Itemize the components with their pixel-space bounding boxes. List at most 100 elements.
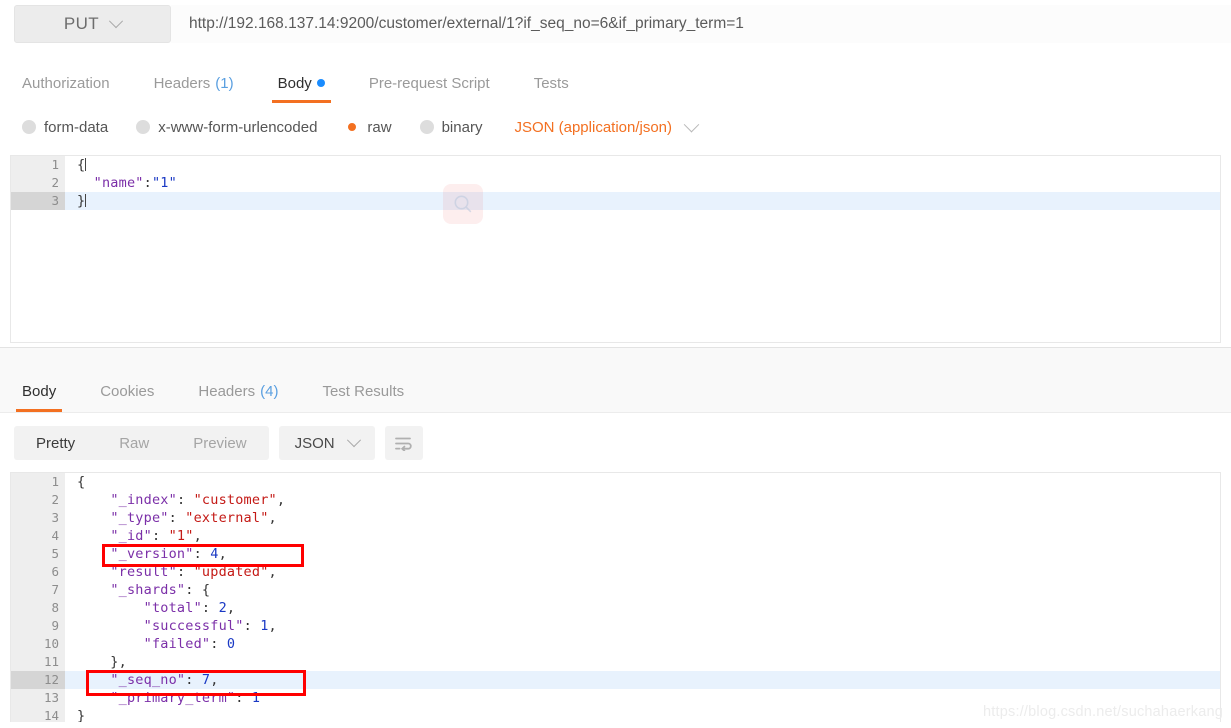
- code-token: ,: [269, 564, 277, 580]
- code-token: 2: [219, 600, 227, 616]
- code-token: "_type": [110, 510, 168, 526]
- code-text: "_seq_no": 7,: [65, 671, 1220, 689]
- code-text: "_shards": {: [65, 581, 1220, 599]
- tab-label: Headers: [198, 383, 255, 400]
- code-line: 1{: [11, 473, 1220, 491]
- code-text: "_index": "customer",: [65, 491, 1220, 509]
- chevron-down-icon: [109, 14, 123, 28]
- request-tab-body[interactable]: Body: [256, 75, 347, 103]
- content-type-label: JSON (application/json): [514, 119, 672, 136]
- code-line: 3}: [11, 192, 1220, 210]
- request-tab-pre-request-script[interactable]: Pre-request Script: [347, 75, 512, 103]
- response-format-label: JSON: [295, 435, 335, 452]
- view-mode-raw[interactable]: Raw: [97, 426, 171, 460]
- line-number: 8: [11, 599, 65, 617]
- body-type-radio-form-data[interactable]: form-data: [22, 119, 108, 136]
- code-token: [77, 492, 110, 508]
- code-token: :: [244, 618, 261, 634]
- response-format-dropdown[interactable]: JSON: [279, 426, 375, 460]
- code-text: "_version": 4,: [65, 545, 1220, 563]
- response-tab-bar: Body Cookies Headers (4) Test Results: [0, 366, 1231, 412]
- line-number: 1: [11, 473, 65, 491]
- code-line: 7 "_shards": {: [11, 581, 1220, 599]
- tab-count: (4): [260, 383, 278, 400]
- code-token: {: [77, 157, 85, 173]
- code-token: "failed": [144, 636, 211, 652]
- line-number: 2: [11, 491, 65, 509]
- code-line: 10 "failed": 0: [11, 635, 1220, 653]
- code-token: "1": [169, 528, 194, 544]
- code-token: [77, 528, 110, 544]
- response-tab-body[interactable]: Body: [0, 383, 78, 412]
- line-number: 3: [11, 509, 65, 527]
- line-number: 7: [11, 581, 65, 599]
- tab-label: Pre-request Script: [369, 75, 490, 92]
- request-tab-authorization[interactable]: Authorization: [0, 75, 132, 103]
- view-mode-pretty[interactable]: Pretty: [14, 426, 97, 460]
- code-token: :: [202, 600, 219, 616]
- line-number: 10: [11, 635, 65, 653]
- response-tab-cookies[interactable]: Cookies: [78, 383, 176, 412]
- code-line: 3 "_type": "external",: [11, 509, 1220, 527]
- code-token: "_id": [110, 528, 152, 544]
- response-body-editor[interactable]: 1{2 "_index": "customer",3 "_type": "ext…: [10, 472, 1221, 722]
- body-type-radio-x-www-form-urlencoded[interactable]: x-www-form-urlencoded: [136, 119, 317, 136]
- response-tab-test-results[interactable]: Test Results: [300, 383, 426, 412]
- response-tab-headers[interactable]: Headers (4): [176, 383, 300, 412]
- radio-unselected-icon: [136, 120, 150, 134]
- code-text: },: [65, 653, 1220, 671]
- body-type-radio-binary[interactable]: binary: [420, 119, 483, 136]
- request-url-bar: PUT http://192.168.137.14:9200/customer/…: [0, 0, 1231, 48]
- request-tab-tests[interactable]: Tests: [512, 75, 591, 103]
- code-token: :: [144, 175, 152, 191]
- code-line: 9 "successful": 1,: [11, 617, 1220, 635]
- request-body-editor[interactable]: 1{2 "name":"1"3}: [10, 155, 1221, 343]
- word-wrap-icon[interactable]: [385, 426, 423, 460]
- code-line: 11 },: [11, 653, 1220, 671]
- code-token: :: [169, 510, 186, 526]
- body-type-radio-raw[interactable]: raw: [345, 119, 391, 136]
- code-token: [77, 582, 110, 598]
- http-method-selector[interactable]: PUT: [14, 5, 171, 43]
- text-cursor: [85, 194, 86, 207]
- request-tab-headers[interactable]: Headers(1): [132, 75, 256, 103]
- line-number: 14: [11, 707, 65, 722]
- body-type-label: form-data: [44, 119, 108, 136]
- line-number: 4: [11, 527, 65, 545]
- code-text: }: [65, 192, 1220, 210]
- code-token: }: [77, 193, 85, 209]
- code-line: 8 "total": 2,: [11, 599, 1220, 617]
- request-body-type-row: form-datax-www-form-urlencodedrawbinary …: [0, 103, 1231, 151]
- code-token: "_index": [110, 492, 177, 508]
- radio-selected-icon: [345, 120, 359, 134]
- text-cursor: [85, 158, 86, 171]
- code-token: "_seq_no": [110, 672, 185, 688]
- code-token: :: [152, 528, 169, 544]
- code-token: "successful": [144, 618, 244, 634]
- code-token: 0: [227, 636, 235, 652]
- code-token: [77, 636, 144, 652]
- code-token: {: [77, 474, 85, 490]
- code-token: "updated": [194, 564, 269, 580]
- tab-label: Body: [22, 383, 56, 400]
- code-token: "_version": [110, 546, 193, 562]
- line-number: 11: [11, 653, 65, 671]
- line-number: 3: [11, 192, 65, 210]
- code-token: }: [77, 708, 85, 722]
- content-type-dropdown[interactable]: JSON (application/json): [514, 119, 697, 136]
- line-number: 5: [11, 545, 65, 563]
- chevron-down-icon: [684, 116, 700, 132]
- code-token: ,: [227, 600, 235, 616]
- code-token: 1: [260, 618, 268, 634]
- tab-label: Test Results: [322, 383, 404, 400]
- request-url-input[interactable]: http://192.168.137.14:9200/customer/exte…: [171, 5, 1231, 43]
- code-token: [77, 672, 110, 688]
- code-line: 2 "name":"1": [11, 174, 1220, 192]
- code-token: "name": [94, 175, 144, 191]
- view-mode-preview[interactable]: Preview: [171, 426, 268, 460]
- unsaved-dot-icon: [317, 79, 325, 87]
- code-text: {: [65, 156, 1220, 174]
- code-token: ,: [269, 618, 277, 634]
- request-tab-bar: AuthorizationHeaders(1)Body Pre-request S…: [0, 57, 1231, 104]
- radio-unselected-icon: [420, 120, 434, 134]
